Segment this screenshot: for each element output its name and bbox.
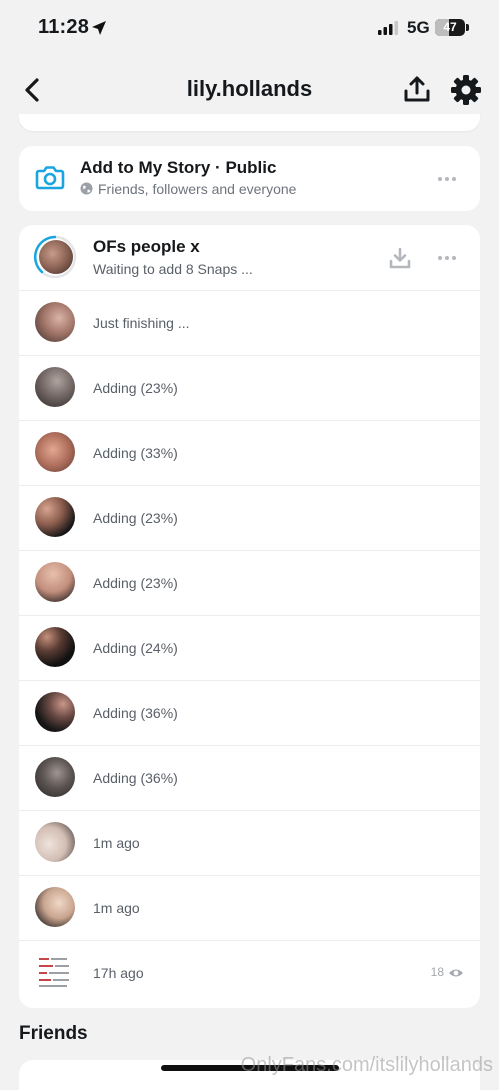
add-to-my-story-card[interactable]: Add to My Story · Public Friends, follow…: [19, 146, 480, 211]
snap-thumbnail: [35, 432, 75, 472]
snap-status: Adding (23%): [93, 510, 178, 526]
snap-status: 1m ago: [93, 835, 140, 851]
group-story-status: Waiting to add 8 Snaps ...: [93, 261, 253, 277]
story-thumbnail: [39, 240, 73, 274]
battery-tip: [466, 24, 469, 31]
group-story-header[interactable]: OFs people x Waiting to add 8 Snaps ...: [19, 225, 480, 291]
battery-icon: 47: [435, 19, 465, 36]
my-story-audience: Friends, followers and everyone: [98, 181, 297, 197]
network-type: 5G: [407, 18, 430, 37]
snap-row[interactable]: Adding (33%): [19, 420, 480, 486]
snap-thumbnail: [35, 302, 75, 342]
snap-thumbnail: [35, 887, 75, 927]
snap-row[interactable]: Adding (24%): [19, 615, 480, 681]
snap-row[interactable]: 17h ago 18: [19, 940, 480, 1008]
snap-row[interactable]: Adding (23%): [19, 355, 480, 421]
friends-section-title: Friends: [19, 1023, 88, 1044]
snap-thumbnail: [35, 367, 75, 407]
my-story-title: Add to My Story · Public: [80, 158, 277, 177]
view-count: 18: [430, 965, 444, 979]
snap-thumbnail: [35, 627, 75, 667]
snap-row[interactable]: Adding (36%): [19, 745, 480, 811]
battery-level: 47: [443, 20, 457, 34]
eye-icon: [449, 969, 463, 977]
snap-thumbnail: [35, 562, 75, 602]
watermark: OnlyFans.com/itslilyhollands: [240, 1054, 493, 1076]
snap-thumbnail: [35, 952, 75, 992]
snap-row[interactable]: 1m ago: [19, 810, 480, 876]
snap-status: Adding (23%): [93, 575, 178, 591]
globe-icon: [80, 182, 93, 195]
status-bar: 11:28 5G 47: [0, 0, 499, 56]
snap-row[interactable]: Adding (23%): [19, 550, 480, 616]
snap-status: 17h ago: [93, 965, 144, 981]
snap-status: Adding (33%): [93, 445, 178, 461]
signal-icon: [378, 21, 398, 35]
share-upload-icon[interactable]: [402, 74, 432, 104]
previous-card-edge: [19, 114, 480, 131]
more-options-icon[interactable]: [437, 176, 457, 182]
location-arrow-icon: [92, 21, 106, 35]
snap-status: 1m ago: [93, 900, 140, 916]
group-story-card: OFs people x Waiting to add 8 Snaps ... …: [19, 225, 480, 1008]
group-story-title: OFs people x: [93, 237, 200, 256]
snap-status: Adding (24%): [93, 640, 178, 656]
status-time: 11:28: [38, 16, 90, 38]
snap-row[interactable]: Just finishing ...: [19, 290, 480, 356]
snap-status: Just finishing ...: [93, 315, 190, 331]
download-icon[interactable]: [388, 246, 412, 270]
snap-status: Adding (36%): [93, 770, 178, 786]
snap-row[interactable]: Adding (23%): [19, 485, 480, 551]
gear-icon[interactable]: [450, 74, 482, 106]
snap-thumbnail: [35, 497, 75, 537]
snap-thumbnail: [35, 692, 75, 732]
camera-icon: [35, 166, 65, 190]
snap-row[interactable]: Adding (36%): [19, 680, 480, 746]
snap-thumbnail: [35, 757, 75, 797]
header: lily.hollands: [0, 60, 499, 120]
snap-status: Adding (23%): [93, 380, 178, 396]
snap-status: Adding (36%): [93, 705, 178, 721]
snap-row[interactable]: 1m ago: [19, 875, 480, 941]
snap-thumbnail: [35, 822, 75, 862]
more-options-icon[interactable]: [437, 255, 457, 261]
